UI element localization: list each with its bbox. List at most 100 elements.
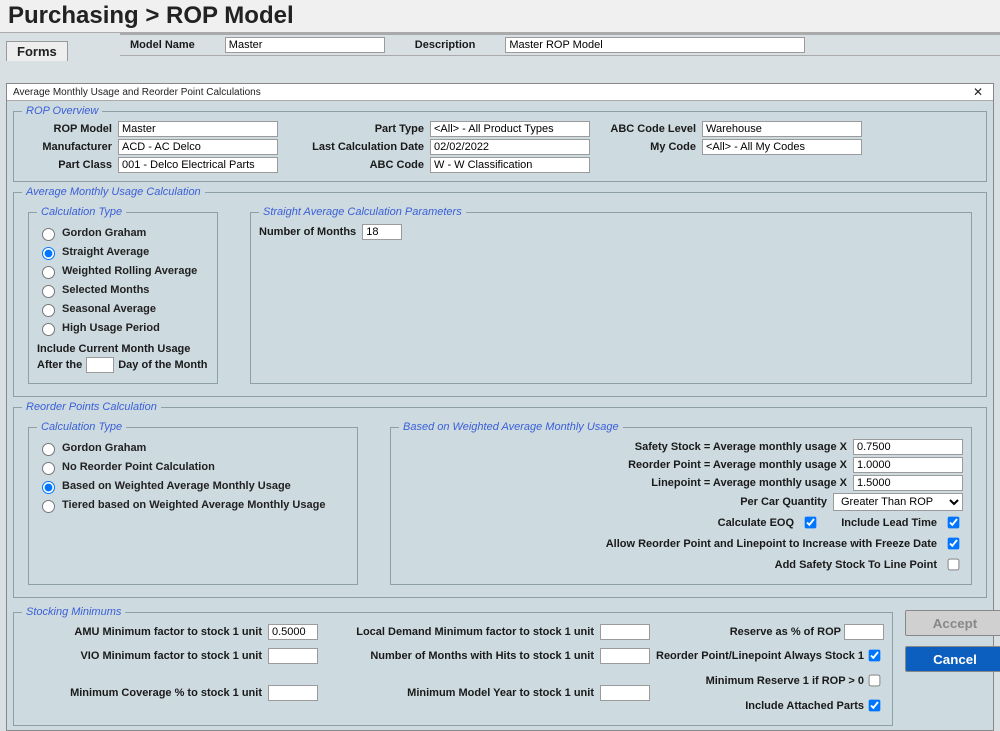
breadcrumb-bar: Purchasing > ROP Model <box>0 0 1000 33</box>
reorder-input[interactable] <box>853 457 963 473</box>
rp-params-legend: Based on Weighted Average Monthly Usage <box>399 421 623 433</box>
amu-legend: Average Monthly Usage Calculation <box>22 186 205 198</box>
linepoint-input[interactable] <box>853 475 963 491</box>
safety-input[interactable] <box>853 439 963 455</box>
amu-min-input[interactable] <box>268 624 318 640</box>
rp-radio-tiered[interactable] <box>42 500 55 513</box>
include-attached-label: Include Attached Parts <box>745 700 864 712</box>
months-hits-input[interactable] <box>600 648 650 664</box>
rp-radio-weighted[interactable] <box>42 481 55 494</box>
description-input[interactable] <box>505 37 805 53</box>
min-cov-input[interactable] <box>268 685 318 701</box>
always-stock-check[interactable] <box>869 650 881 662</box>
amu-radio-straight[interactable] <box>42 247 55 260</box>
linepoint-label: Linepoint = Average monthly usage X <box>651 477 847 489</box>
min-reserve1-check[interactable] <box>869 675 881 687</box>
lead-time-check[interactable] <box>948 517 960 529</box>
rp-calc-type-legend: Calculation Type <box>37 421 126 433</box>
include-attached-check[interactable] <box>869 700 881 712</box>
per-car-label: Per Car Quantity <box>740 496 827 508</box>
radio-gordon: Gordon Graham <box>37 225 209 241</box>
vio-min-input[interactable] <box>268 648 318 664</box>
rp-calc-type-fieldset: Calculation Type Gordon Graham No Reorde… <box>28 421 358 585</box>
local-demand-input[interactable] <box>600 624 650 640</box>
include-day-input[interactable] <box>86 357 114 373</box>
rop-model-label: ROP Model <box>22 123 112 135</box>
part-type-input[interactable] <box>430 121 590 137</box>
part-class-label: Part Class <box>22 159 112 171</box>
always-stock-label: Reorder Point/Linepoint Always Stock 1 <box>656 650 864 662</box>
close-icon[interactable]: ✕ <box>969 85 987 99</box>
reorder-label: Reorder Point = Average monthly usage X <box>628 459 847 471</box>
my-code-label: My Code <box>596 141 696 153</box>
amu-min-label: AMU Minimum factor to stock 1 unit <box>22 626 262 638</box>
per-car-select[interactable]: Greater Than ROP <box>833 493 963 511</box>
amu-radio-seasonal[interactable] <box>42 304 55 317</box>
abc-level-label: ABC Code Level <box>596 123 696 135</box>
amu-calc-type-fieldset: Calculation Type Gordon Graham Straight … <box>28 206 218 384</box>
rop-model-input[interactable] <box>118 121 278 137</box>
last-calc-label: Last Calculation Date <box>284 141 424 153</box>
calc-eoq-check[interactable] <box>805 517 817 529</box>
rp-fieldset: Reorder Points Calculation Calculation T… <box>13 401 987 598</box>
amu-radio-weighted-rolling[interactable] <box>42 266 55 279</box>
add-safety-label: Add Safety Stock To Line Point <box>775 559 937 571</box>
rop-overview-legend: ROP Overview <box>22 105 102 117</box>
rop-overview-fieldset: ROP Overview ROP Model Part Type ABC Cod… <box>13 105 987 182</box>
months-hits-label: Number of Months with Hits to stock 1 un… <box>324 650 594 662</box>
stocking-legend: Stocking Minimums <box>22 606 125 618</box>
amu-params-legend: Straight Average Calculation Parameters <box>259 206 466 218</box>
radio-straight: Straight Average <box>37 244 209 260</box>
amu-params-fieldset: Straight Average Calculation Parameters … <box>250 206 972 384</box>
abc-code-label: ABC Code <box>284 159 424 171</box>
min-cov-label: Minimum Coverage % to stock 1 unit <box>22 687 262 699</box>
vio-min-label: VIO Minimum factor to stock 1 unit <box>22 650 262 662</box>
amu-radio-selected-months[interactable] <box>42 285 55 298</box>
header-fields: Model Name Description <box>120 33 1000 56</box>
amu-calc-type-legend: Calculation Type <box>37 206 126 218</box>
include-dom-label: Day of the Month <box>118 359 207 371</box>
abc-code-input[interactable] <box>430 157 590 173</box>
radio-weighted-rolling: Weighted Rolling Average <box>37 263 209 279</box>
amu-fieldset: Average Monthly Usage Calculation Calcul… <box>13 186 987 397</box>
reserve-pct-input[interactable] <box>844 624 884 640</box>
rp-legend: Reorder Points Calculation <box>22 401 161 413</box>
manufacturer-input[interactable] <box>118 139 278 155</box>
part-class-input[interactable] <box>118 157 278 173</box>
description-label: Description <box>415 39 476 51</box>
radio-seasonal: Seasonal Average <box>37 301 209 317</box>
reserve-pct-label: Reserve as % of ROP <box>730 626 841 638</box>
allow-increase-label: Allow Reorder Point and Linepoint to Inc… <box>606 538 937 550</box>
stocking-fieldset: Stocking Minimums AMU Minimum factor to … <box>13 606 893 726</box>
accept-button[interactable]: Accept <box>905 610 1000 636</box>
rp-radio-gordon[interactable] <box>42 443 55 456</box>
include-current-label1: Include Current Month Usage <box>37 343 209 355</box>
manufacturer-label: Manufacturer <box>22 141 112 153</box>
min-model-year-input[interactable] <box>600 685 650 701</box>
rp-params-fieldset: Based on Weighted Average Monthly Usage … <box>390 421 972 585</box>
model-name-label: Model Name <box>130 39 195 51</box>
num-months-label: Number of Months <box>259 226 356 238</box>
amu-radio-high-usage[interactable] <box>42 323 55 336</box>
amu-radio-gordon[interactable] <box>42 228 55 241</box>
allow-increase-check[interactable] <box>948 538 960 550</box>
include-after-label: After the <box>37 359 82 371</box>
min-model-year-label: Minimum Model Year to stock 1 unit <box>324 687 594 699</box>
model-name-input[interactable] <box>225 37 385 53</box>
lead-time-label: Include Lead Time <box>841 517 937 529</box>
radio-high-usage: High Usage Period <box>37 320 209 336</box>
last-calc-input[interactable] <box>430 139 590 155</box>
radio-selected-months: Selected Months <box>37 282 209 298</box>
cancel-button[interactable]: Cancel <box>905 646 1000 672</box>
breadcrumb: Purchasing > ROP Model <box>8 2 992 30</box>
add-safety-check[interactable] <box>948 559 960 571</box>
num-months-input[interactable] <box>362 224 402 240</box>
min-reserve1-label: Minimum Reserve 1 if ROP > 0 <box>706 675 864 687</box>
my-code-input[interactable] <box>702 139 862 155</box>
rp-radio-none[interactable] <box>42 462 55 475</box>
abc-level-input[interactable] <box>702 121 862 137</box>
safety-label: Safety Stock = Average monthly usage X <box>635 441 847 453</box>
calculation-dialog: Average Monthly Usage and Reorder Point … <box>6 83 994 731</box>
dialog-title: Average Monthly Usage and Reorder Point … <box>13 87 261 98</box>
tab-forms[interactable]: Forms <box>6 41 68 61</box>
